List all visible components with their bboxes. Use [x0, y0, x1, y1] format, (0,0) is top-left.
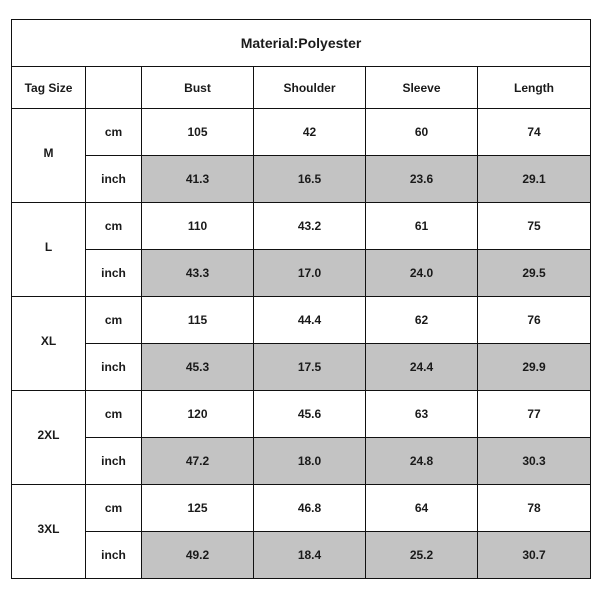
- shoulder-value: 16.5: [253, 155, 366, 203]
- tag-size-cell: L: [11, 202, 86, 297]
- shoulder-value: 17.5: [253, 343, 366, 391]
- unit-cell: inch: [85, 343, 142, 391]
- shoulder-value: 18.0: [253, 437, 366, 485]
- header-shoulder: Shoulder: [253, 66, 366, 109]
- shoulder-value: 18.4: [253, 531, 366, 579]
- bust-value: 125: [141, 484, 254, 532]
- table-row: 2XL cm 120 45.6 63 77: [11, 390, 592, 485]
- bust-value: 43.3: [141, 249, 254, 297]
- sleeve-value: 61: [365, 202, 478, 250]
- tag-size-cell: 3XL: [11, 484, 86, 579]
- length-value: 29.5: [476, 249, 592, 297]
- table-row: inch 43.3 17.0 24.0 29.5: [12, 249, 592, 297]
- shoulder-value: 46.8: [253, 484, 366, 532]
- table-row: Mcm 105 42 60 74: [11, 108, 592, 203]
- header-sleeve: Sleeve: [365, 66, 478, 109]
- bust-value: 47.2: [141, 437, 254, 485]
- length-value: 29.1: [476, 155, 592, 203]
- tag-size-cell: M: [11, 108, 86, 203]
- unit-cell: inch: [85, 249, 142, 297]
- length-value: 30.7: [476, 531, 592, 579]
- shoulder-value: 42: [253, 108, 366, 156]
- table-row: inch 47.2 18.0 24.8 30.3: [12, 437, 592, 485]
- shoulder-value: 43.2: [253, 202, 366, 250]
- tag-size-cell: 2XL: [11, 390, 86, 485]
- shoulder-value: 45.6: [253, 390, 366, 438]
- bust-value: 115: [141, 296, 254, 344]
- header-row: Tag Size Bust Shoulder Sleeve Length: [11, 66, 592, 109]
- unit-cell: cm: [85, 202, 142, 250]
- table-row: XL cm 115 44.4 62 76: [11, 296, 592, 391]
- tag-size-cell: XL: [11, 296, 86, 391]
- header-bust: Bust: [141, 66, 254, 109]
- title-row: Material:Polyester: [10, 19, 592, 67]
- unit-cell: cm: [85, 484, 142, 532]
- length-value: 30.3: [476, 437, 592, 485]
- unit-cell: inch: [85, 155, 142, 203]
- sleeve-value: 64: [365, 484, 478, 532]
- sleeve-value: 25.2: [365, 531, 478, 579]
- bust-value: 105: [141, 108, 254, 156]
- sleeve-value: 63: [365, 390, 478, 438]
- shoulder-value: 17.0: [253, 249, 366, 297]
- unit-cell: cm: [85, 296, 142, 344]
- sleeve-value: 24.8: [365, 437, 478, 485]
- table-row: 3XL cm 125 46.8 64 78: [11, 484, 592, 579]
- bust-value: 49.2: [141, 531, 254, 579]
- unit-cell: inch: [85, 531, 142, 579]
- bust-value: 41.3: [141, 155, 254, 203]
- sleeve-value: 62: [365, 296, 478, 344]
- table-row: inch 49.2 18.4 25.2 30.7: [12, 531, 592, 579]
- header-tag-size: Tag Size: [11, 66, 86, 109]
- sleeve-value: 24.4: [365, 343, 478, 391]
- unit-cell: cm: [85, 108, 142, 156]
- sleeve-value: 24.0: [365, 249, 478, 297]
- table-title: Material:Polyester: [10, 19, 592, 67]
- sleeve-value: 60: [365, 108, 478, 156]
- bust-value: 45.3: [141, 343, 254, 391]
- header-unit: [85, 66, 142, 109]
- length-value: 29.9: [476, 343, 592, 391]
- sleeve-value: 23.6: [365, 155, 478, 203]
- bust-value: 120: [141, 390, 254, 438]
- unit-cell: cm: [85, 390, 142, 438]
- size-chart-table: Material:Polyester Tag Size Bust Shoulde…: [10, 19, 592, 579]
- table-row: inch 41.3 16.5 23.6 29.1: [12, 155, 592, 203]
- table-row: Lcm 110 43.2 61 75: [11, 202, 592, 297]
- bust-value: 110: [141, 202, 254, 250]
- length-value: 78: [476, 484, 592, 532]
- length-value: 75: [476, 202, 592, 250]
- length-value: 74: [476, 108, 592, 156]
- unit-cell: inch: [85, 437, 142, 485]
- shoulder-value: 44.4: [253, 296, 366, 344]
- header-length: Length: [476, 66, 592, 109]
- length-value: 76: [476, 296, 592, 344]
- table-row: inch 45.3 17.5 24.4 29.9: [12, 343, 592, 391]
- length-value: 77: [476, 390, 592, 438]
